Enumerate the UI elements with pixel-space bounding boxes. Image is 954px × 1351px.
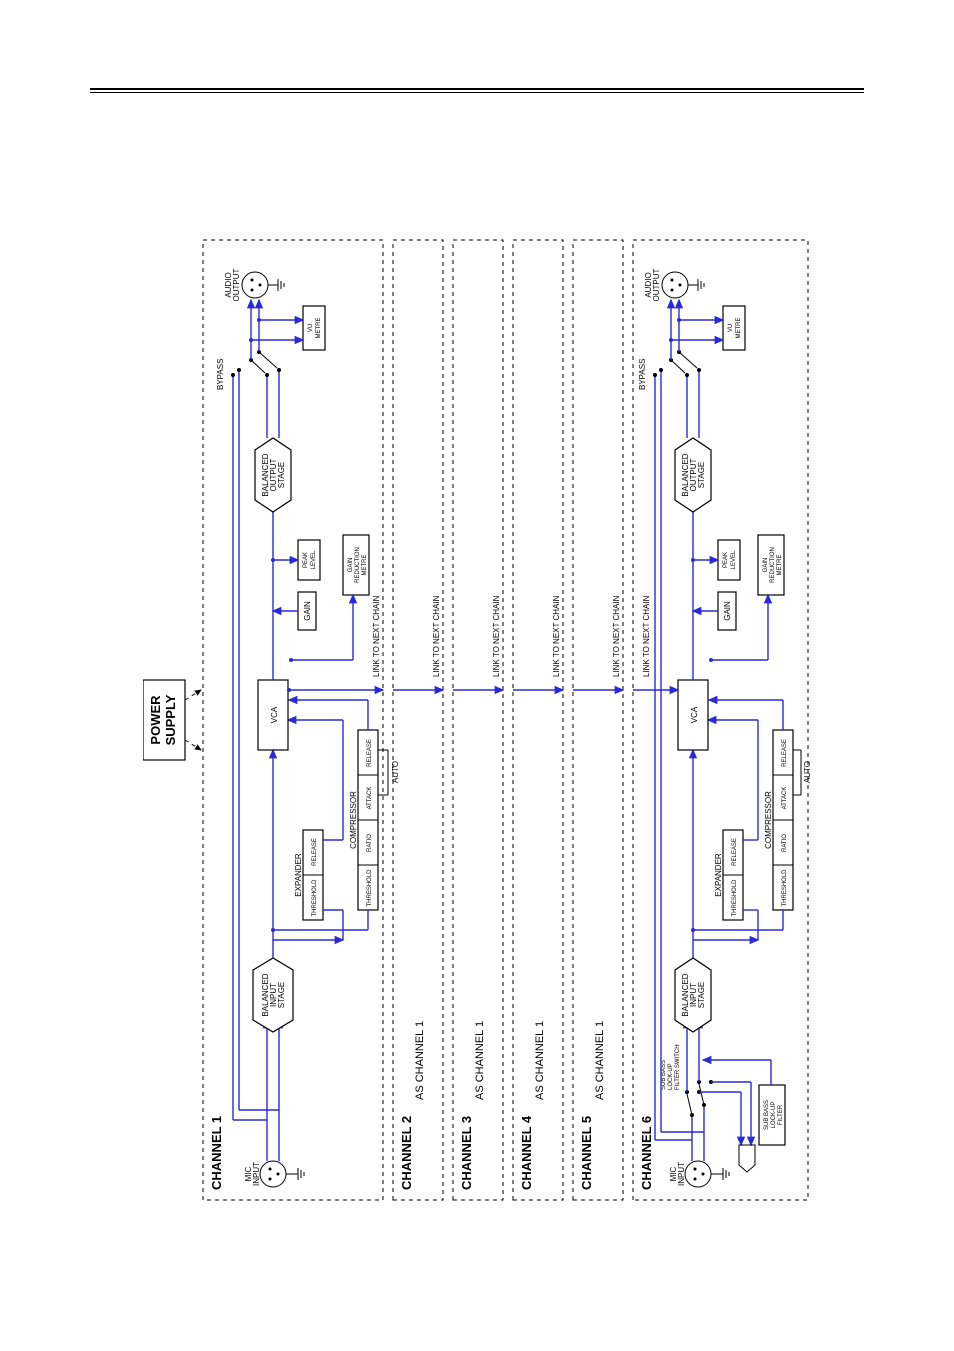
svg-text:RELEASE: RELEASE: [732, 838, 738, 866]
svg-text:RELEASE: RELEASE: [367, 739, 373, 767]
svg-text:METRE: METRE: [777, 555, 783, 576]
svg-text:RATIO: RATIO: [367, 834, 373, 852]
svg-text:PEAK: PEAK: [303, 552, 309, 568]
svg-text:EXPANDER: EXPANDER: [714, 853, 723, 897]
svg-text:COMPRESSOR: COMPRESSOR: [764, 791, 773, 849]
svg-text:LOCK-UP: LOCK-UP: [771, 1102, 777, 1129]
svg-text:REDUCTION: REDUCTION: [355, 547, 361, 583]
svg-text:LEVEL: LEVEL: [731, 550, 737, 569]
svg-text:SUB BASS: SUB BASS: [661, 1060, 667, 1090]
svg-text:LINK TO NEXT CHAIN: LINK TO NEXT CHAIN: [492, 595, 501, 677]
channel-5: CHANNEL 5 AS CHANNEL 1 LINK TO NEXT CHAI…: [573, 240, 623, 1200]
svg-text:LINK TO NEXT CHAIN: LINK TO NEXT CHAIN: [432, 595, 441, 677]
svg-text:GAIN: GAIN: [348, 558, 354, 573]
svg-text:LINK TO NEXT CHAIN: LINK TO NEXT CHAIN: [552, 595, 561, 677]
svg-text:METRE: METRE: [736, 318, 742, 339]
balanced-output-stage: BALANCED OUTPUT STAGE: [255, 438, 291, 512]
svg-text:THRESHOLD: THRESHOLD: [367, 869, 373, 907]
svg-text:VCA: VCA: [270, 706, 279, 723]
svg-text:RELEASE: RELEASE: [312, 838, 318, 866]
svg-text:LEVEL: LEVEL: [311, 550, 317, 569]
svg-text:CHANNEL 6: CHANNEL 6: [639, 1116, 654, 1190]
svg-text:VCA: VCA: [690, 706, 699, 723]
svg-text:STAGE: STAGE: [277, 462, 286, 489]
svg-text:METRE: METRE: [316, 318, 322, 339]
sub-bass-filter: SUB BASS LOCK-UP FILTER: [759, 1085, 785, 1145]
vca-block: VCA: [258, 680, 288, 750]
svg-text:CHANNEL 3: CHANNEL 3: [459, 1116, 474, 1190]
channel-3: CHANNEL 3 AS CHANNEL 1 LINK TO NEXT CHAI…: [453, 240, 503, 1200]
svg-text:ATTACK: ATTACK: [782, 787, 788, 810]
bypass-switch: BYPASS: [216, 300, 281, 390]
svg-text:INPUT: INPUT: [677, 1162, 686, 1186]
svg-text:BYPASS: BYPASS: [216, 359, 225, 390]
svg-text:CHANNEL 4: CHANNEL 4: [519, 1115, 534, 1190]
channel-6: CHANNEL 6 MIC INPUT SUB BASS LOCK-UP FIL…: [633, 240, 812, 1200]
channel-2: CHANNEL 2 AS CHANNEL 1 LINK TO NEXT CHAI…: [393, 240, 443, 1200]
svg-text:RELEASE: RELEASE: [782, 739, 788, 767]
svg-text:AS CHANNEL 1: AS CHANNEL 1: [474, 1021, 486, 1100]
svg-text:VU: VU: [308, 324, 314, 332]
svg-text:CHANNEL 2: CHANNEL 2: [399, 1116, 414, 1190]
svg-text:LINK TO NEXT CHAIN: LINK TO NEXT CHAIN: [642, 595, 651, 677]
balanced-input-stage: BALANCED INPUT STAGE: [253, 958, 293, 1032]
channel-1-title: CHANNEL 1: [209, 1116, 224, 1190]
svg-text:CHANNEL 5: CHANNEL 5: [579, 1116, 594, 1190]
link-label: LINK TO NEXT CHAIN: [372, 595, 381, 677]
vu-metre-block: VU METRE: [249, 306, 325, 350]
svg-text:AS CHANNEL 1: AS CHANNEL 1: [534, 1021, 546, 1100]
svg-text:AS CHANNEL 1: AS CHANNEL 1: [414, 1021, 426, 1100]
svg-text:AUTO: AUTO: [803, 761, 812, 783]
svg-text:AS CHANNEL 1: AS CHANNEL 1: [594, 1021, 606, 1100]
svg-text:OUTPUT: OUTPUT: [232, 268, 241, 301]
svg-text:VU: VU: [728, 324, 734, 332]
svg-text:GAIN: GAIN: [763, 558, 769, 573]
compressor-block: COMPRESSOR THRESHOLD RATIO ATTACK RELEAS…: [271, 700, 400, 932]
svg-text:AUTO: AUTO: [391, 761, 400, 783]
svg-text:STAGE: STAGE: [697, 982, 706, 1009]
svg-text:EXPANDER: EXPANDER: [294, 853, 303, 897]
svg-text:RATIO: RATIO: [782, 834, 788, 852]
expander-block: EXPANDER THRESHOLD RELEASE: [273, 720, 343, 940]
mic-input-connector: MIC INPUT: [244, 1161, 304, 1187]
svg-text:ATTACK: ATTACK: [367, 787, 373, 810]
svg-text:SUPPLY: SUPPLY: [163, 694, 178, 745]
svg-text:FILTER SWITCH: FILTER SWITCH: [675, 1044, 681, 1090]
svg-text:GAIN: GAIN: [303, 601, 312, 621]
svg-text:GAIN: GAIN: [723, 601, 732, 621]
svg-text:INPUT: INPUT: [252, 1162, 261, 1186]
svg-text:BYPASS: BYPASS: [638, 359, 647, 390]
svg-text:PEAK: PEAK: [723, 552, 729, 568]
svg-text:THRESHOLD: THRESHOLD: [732, 879, 738, 917]
audio-output-connector: AUDIO OUTPUT: [224, 268, 284, 301]
svg-text:METRE: METRE: [362, 555, 368, 576]
power-supply-block: POWER SUPPLY: [143, 680, 201, 760]
svg-text:POWER: POWER: [148, 695, 163, 745]
mic-input-connector-6: MIC INPUT: [669, 1161, 729, 1187]
peak-level-block: PEAK LEVEL: [271, 540, 320, 580]
svg-text:REDUCTION: REDUCTION: [770, 547, 776, 583]
channel-1: CHANNEL 1 MIC INPUT BALANCED INPUT: [203, 240, 400, 1200]
svg-text:OUTPUT: OUTPUT: [652, 268, 661, 301]
block-diagram: POWER SUPPLY CHANNEL 1 MIC INPUT: [143, 220, 813, 1220]
svg-text:COMPRESSOR: COMPRESSOR: [349, 791, 358, 849]
svg-text:THRESHOLD: THRESHOLD: [782, 869, 788, 907]
channel-4: CHANNEL 4 AS CHANNEL 1 LINK TO NEXT CHAI…: [513, 240, 563, 1200]
svg-text:STAGE: STAGE: [697, 462, 706, 489]
svg-text:FILTER: FILTER: [778, 1104, 784, 1125]
gain-block: GAIN: [273, 592, 316, 630]
svg-text:STAGE: STAGE: [277, 982, 286, 1009]
svg-text:LINK TO NEXT CHAIN: LINK TO NEXT CHAIN: [612, 595, 621, 677]
svg-text:THRESHOLD: THRESHOLD: [312, 879, 318, 917]
svg-text:SUB BASS: SUB BASS: [764, 1100, 770, 1130]
svg-text:LOCK-UP: LOCK-UP: [668, 1063, 674, 1090]
